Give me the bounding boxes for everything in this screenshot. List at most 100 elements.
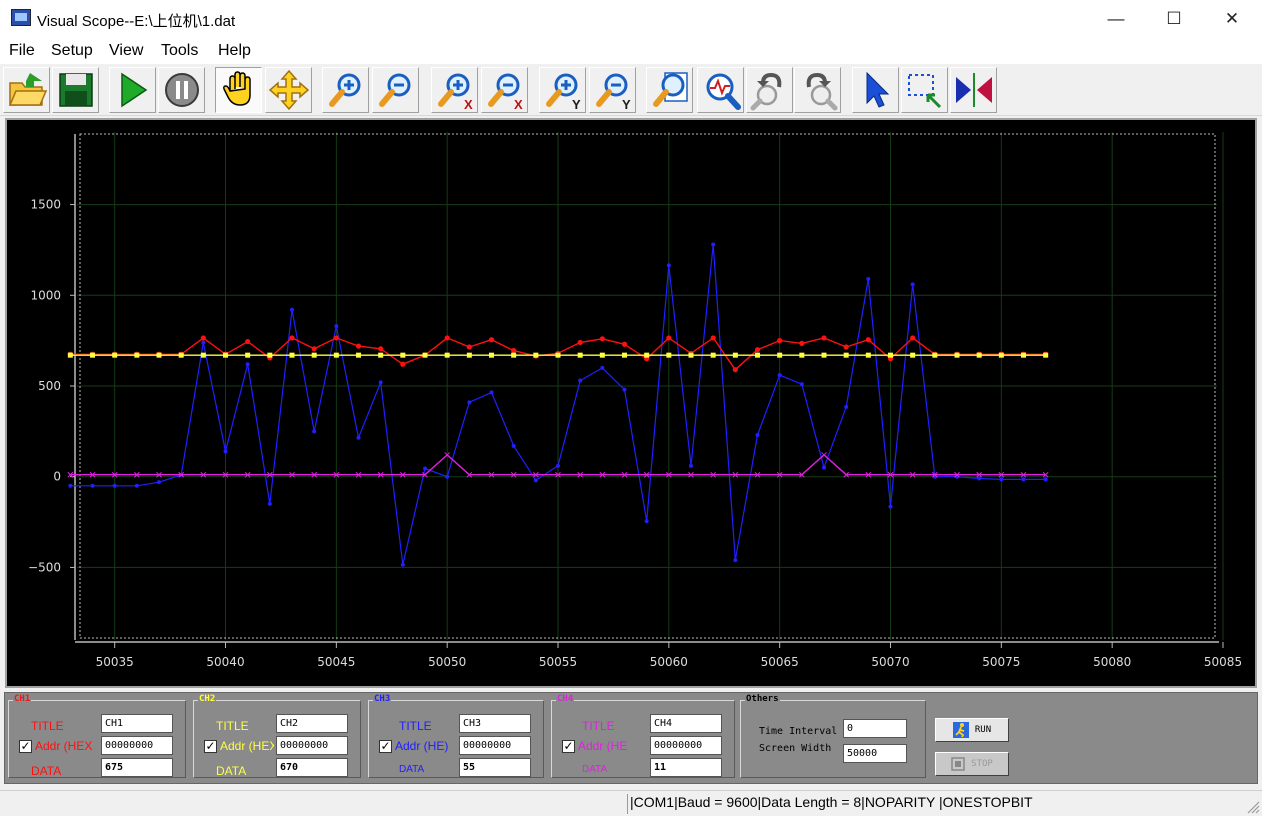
select-region-button[interactable] xyxy=(901,67,948,113)
data-point xyxy=(245,352,251,358)
zoom-waveform-button[interactable] xyxy=(697,67,744,113)
data-point xyxy=(932,352,938,358)
data-point xyxy=(599,352,605,358)
hand-pan-button[interactable] xyxy=(215,67,262,113)
data-point xyxy=(666,352,672,358)
channel-enable-checkbox[interactable]: ✓ xyxy=(379,740,392,753)
minimize-button[interactable]: — xyxy=(1087,0,1145,38)
x-tick-label: 50040 xyxy=(206,655,244,669)
zoom-in-icon xyxy=(328,73,360,107)
pointer-arrow-button[interactable] xyxy=(852,67,899,113)
data-point xyxy=(777,373,782,378)
time-interval-label: Time Interval xyxy=(759,726,838,737)
channel-data-value: 670 xyxy=(276,758,348,777)
channel-enable-checkbox[interactable]: ✓ xyxy=(562,740,575,753)
channel-enable-checkbox[interactable]: ✓ xyxy=(19,740,32,753)
grid-lines xyxy=(77,132,1224,640)
data-point xyxy=(134,483,139,488)
zoom-in-y-button[interactable]: Y xyxy=(539,67,586,113)
addr-label: Addr (HE) xyxy=(395,739,449,753)
data-point xyxy=(333,352,339,358)
channel-addr-input[interactable]: 00000000 xyxy=(101,736,173,755)
channel-addr-input[interactable]: 00000000 xyxy=(650,736,722,755)
data-point xyxy=(400,361,406,367)
data-point xyxy=(201,340,206,345)
data-point xyxy=(200,335,206,341)
zoom-in-x-button[interactable]: X xyxy=(431,67,478,113)
channel-addr-input[interactable]: 00000000 xyxy=(459,736,531,755)
y-tick-label: −500 xyxy=(28,560,61,574)
data-point xyxy=(200,352,206,358)
channel-group-1: CH1 TITLE CH1 ✓ Addr (HEX 00000000 DATA 675 xyxy=(8,694,186,778)
zoom-undo-button[interactable] xyxy=(746,67,793,113)
zoom-out-icon xyxy=(378,73,410,107)
data-point xyxy=(267,501,272,506)
menu-help[interactable]: Help xyxy=(218,42,251,60)
channel-data-value: 675 xyxy=(101,758,173,777)
move-arrows-button[interactable] xyxy=(265,67,312,113)
channel-title-input[interactable]: CH1 xyxy=(101,714,173,733)
run-button[interactable]: RUN xyxy=(935,718,1009,742)
cursor-marker-button[interactable] xyxy=(950,67,997,113)
pause-button[interactable] xyxy=(158,67,205,113)
menu-view[interactable]: View xyxy=(109,42,143,60)
run-play-button[interactable] xyxy=(109,67,156,113)
svg-text:Y: Y xyxy=(572,97,581,111)
addr-label: Addr (HEX xyxy=(220,739,274,753)
data-point xyxy=(267,352,273,358)
channel-group-2: CH2 TITLE CH2 ✓ Addr (HEX 00000000 DATA 670 xyxy=(193,694,361,778)
zoom-in-button[interactable] xyxy=(322,67,369,113)
data-point xyxy=(954,352,960,358)
channel-title-input[interactable]: CH3 xyxy=(459,714,531,733)
app-icon xyxy=(11,9,31,26)
control-panel: CH1 TITLE CH1 ✓ Addr (HEX 00000000 DATA 675 CH2 T… xyxy=(0,690,1262,788)
data-point xyxy=(910,282,915,287)
run-label: RUN xyxy=(974,725,992,735)
time-interval-input[interactable]: 0 xyxy=(843,719,907,738)
y-tick-label: 0 xyxy=(53,470,61,484)
data-point xyxy=(799,352,805,358)
channel-title-input[interactable]: CH2 xyxy=(276,714,348,733)
data-point xyxy=(621,341,628,347)
open-folder-button[interactable] xyxy=(3,67,50,113)
data-point xyxy=(68,483,73,488)
zoom-in-x-icon: X xyxy=(437,73,473,111)
title-label: TITLE xyxy=(582,719,615,733)
data-point xyxy=(865,337,871,343)
menu-file[interactable]: File xyxy=(9,42,35,60)
zoom-fit-button[interactable] xyxy=(646,67,693,113)
x-tick-label: 50060 xyxy=(650,655,688,669)
zoom-redo-button[interactable] xyxy=(794,67,841,113)
data-point xyxy=(710,335,716,341)
screen-width-input[interactable]: 50000 xyxy=(843,744,907,763)
data-point xyxy=(1043,477,1048,482)
channel-group-label: CH2 xyxy=(198,694,217,704)
data-point xyxy=(333,335,339,341)
channel-addr-input[interactable]: 00000000 xyxy=(276,736,348,755)
scope-display[interactable]: 1500 1000 500 0 −500 50035 50040 50045 50050 5005… xyxy=(5,118,1257,688)
data-point xyxy=(112,483,117,488)
stop-label: STOP xyxy=(971,759,993,769)
data-point xyxy=(644,352,650,358)
data-point xyxy=(422,352,428,358)
zoom-out-button[interactable] xyxy=(372,67,419,113)
close-button[interactable]: ✕ xyxy=(1203,0,1261,38)
data-point xyxy=(511,348,517,354)
save-button[interactable] xyxy=(52,67,99,113)
zoom-out-x-button[interactable]: X xyxy=(481,67,528,113)
menu-setup[interactable]: Setup xyxy=(51,42,93,60)
data-label: DATA xyxy=(399,764,425,775)
zoom-out-y-button[interactable]: Y xyxy=(589,67,636,113)
data-point xyxy=(290,307,295,312)
stop-button[interactable]: STOP xyxy=(935,752,1009,776)
zoom-in-y-icon: Y xyxy=(545,73,581,111)
channel-enable-checkbox[interactable]: ✓ xyxy=(204,740,217,753)
zoom-waveform-icon xyxy=(706,73,741,110)
channel-title-input[interactable]: CH4 xyxy=(650,714,722,733)
data-point xyxy=(689,463,694,468)
data-point xyxy=(378,380,383,385)
maximize-button[interactable]: ☐ xyxy=(1145,0,1203,38)
cursor-marker-icon xyxy=(955,73,992,107)
menu-tools[interactable]: Tools xyxy=(161,42,198,60)
resize-grip-icon[interactable] xyxy=(1244,798,1260,814)
